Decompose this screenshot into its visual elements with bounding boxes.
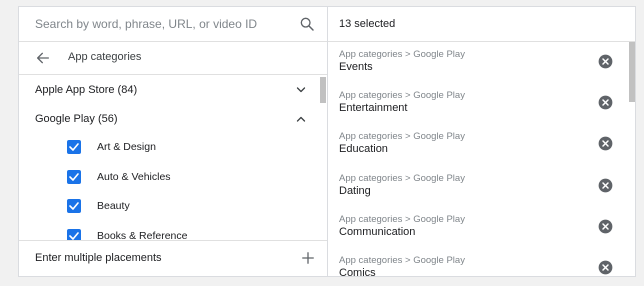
- category-item-auto-vehicles[interactable]: Auto & Vehicles: [19, 163, 319, 193]
- search-bar: [19, 7, 327, 42]
- search-input[interactable]: [35, 15, 285, 33]
- tree-scrollbar[interactable]: [320, 75, 326, 240]
- group-google-play[interactable]: Google Play (56): [19, 104, 319, 133]
- selected-header: 13 selected: [328, 7, 635, 42]
- group-label: Apple App Store (84): [35, 84, 138, 96]
- enter-multiple-placements[interactable]: Enter multiple placements: [19, 240, 327, 276]
- back-arrow-icon[interactable]: [35, 50, 51, 66]
- checkbox[interactable]: [67, 199, 81, 213]
- breadcrumb-label: App categories: [68, 51, 142, 63]
- selected-item-events: App categories > Google Play Events: [328, 42, 627, 83]
- plus-icon[interactable]: [301, 251, 315, 265]
- remove-circle-icon[interactable]: [598, 95, 613, 110]
- selected-item-name: Events: [339, 61, 373, 73]
- check-icon: [69, 172, 79, 181]
- category-tree: Apple App Store (84) Google Play (56) Ar…: [19, 75, 319, 240]
- selected-item-entertainment: App categories > Google Play Entertainme…: [328, 83, 627, 124]
- scrollbar-thumb[interactable]: [320, 77, 326, 103]
- remove-circle-icon[interactable]: [598, 219, 613, 234]
- search-icon[interactable]: [299, 16, 315, 32]
- check-icon: [69, 202, 79, 210]
- category-item-books-reference[interactable]: Books & Reference: [19, 222, 319, 241]
- selected-item-name: Communication: [339, 225, 416, 238]
- selected-item-path: App categories > Google Play: [339, 213, 465, 225]
- remove-circle-icon[interactable]: [598, 178, 613, 193]
- selected-item-name: Dating: [339, 184, 371, 197]
- selected-item-path: App categories > Google Play: [339, 172, 465, 184]
- category-item-art-design[interactable]: Art & Design: [19, 133, 319, 163]
- selected-item-path: App categories > Google Play: [339, 254, 465, 266]
- selected-item-communication: App categories > Google Play Communicati…: [328, 207, 627, 248]
- selected-item-name: Entertainment: [339, 102, 408, 115]
- category-label: Beauty: [97, 200, 130, 212]
- category-label: Art & Design: [97, 141, 156, 153]
- selected-scrollbar[interactable]: [629, 42, 635, 276]
- check-icon: [69, 231, 79, 240]
- chevron-down-icon[interactable]: [295, 84, 307, 96]
- checkbox[interactable]: [67, 169, 81, 184]
- selected-item-path: App categories > Google Play: [339, 90, 465, 102]
- selected-item-name: Education: [339, 143, 388, 156]
- check-icon: [69, 143, 79, 151]
- breadcrumb: App categories: [19, 42, 327, 75]
- category-label: Auto & Vehicles: [97, 170, 171, 183]
- selected-item-path: App categories > Google Play: [339, 131, 465, 143]
- selected-item-name: Comics: [339, 266, 376, 276]
- selected-item-education: App categories > Google Play Education: [328, 124, 627, 165]
- selected-item-path: App categories > Google Play: [339, 49, 465, 60]
- checkbox[interactable]: [67, 140, 81, 154]
- remove-circle-icon[interactable]: [598, 136, 613, 151]
- remove-circle-icon[interactable]: [598, 260, 613, 275]
- selected-item-comics: App categories > Google Play Comics: [328, 248, 627, 276]
- checkbox[interactable]: [67, 228, 81, 240]
- category-label: Books & Reference: [97, 229, 188, 241]
- category-item-beauty[interactable]: Beauty: [19, 192, 319, 222]
- chevron-up-icon[interactable]: [295, 113, 307, 125]
- scrollbar-thumb[interactable]: [629, 42, 635, 102]
- selected-list: App categories > Google Play Events App …: [328, 42, 627, 276]
- group-apple-app-store[interactable]: Apple App Store (84): [19, 75, 319, 104]
- browse-panel: App categories Apple App Store (84) Goog…: [19, 7, 328, 276]
- remove-circle-icon[interactable]: [598, 54, 613, 69]
- enter-multiple-label: Enter multiple placements: [35, 252, 162, 264]
- selected-count: 13 selected: [339, 18, 396, 30]
- selected-item-dating: App categories > Google Play Dating: [328, 166, 627, 207]
- group-label: Google Play (56): [35, 113, 118, 125]
- placement-picker: App categories Apple App Store (84) Goog…: [18, 6, 636, 277]
- selected-panel: 13 selected App categories > Google Play…: [328, 7, 635, 276]
